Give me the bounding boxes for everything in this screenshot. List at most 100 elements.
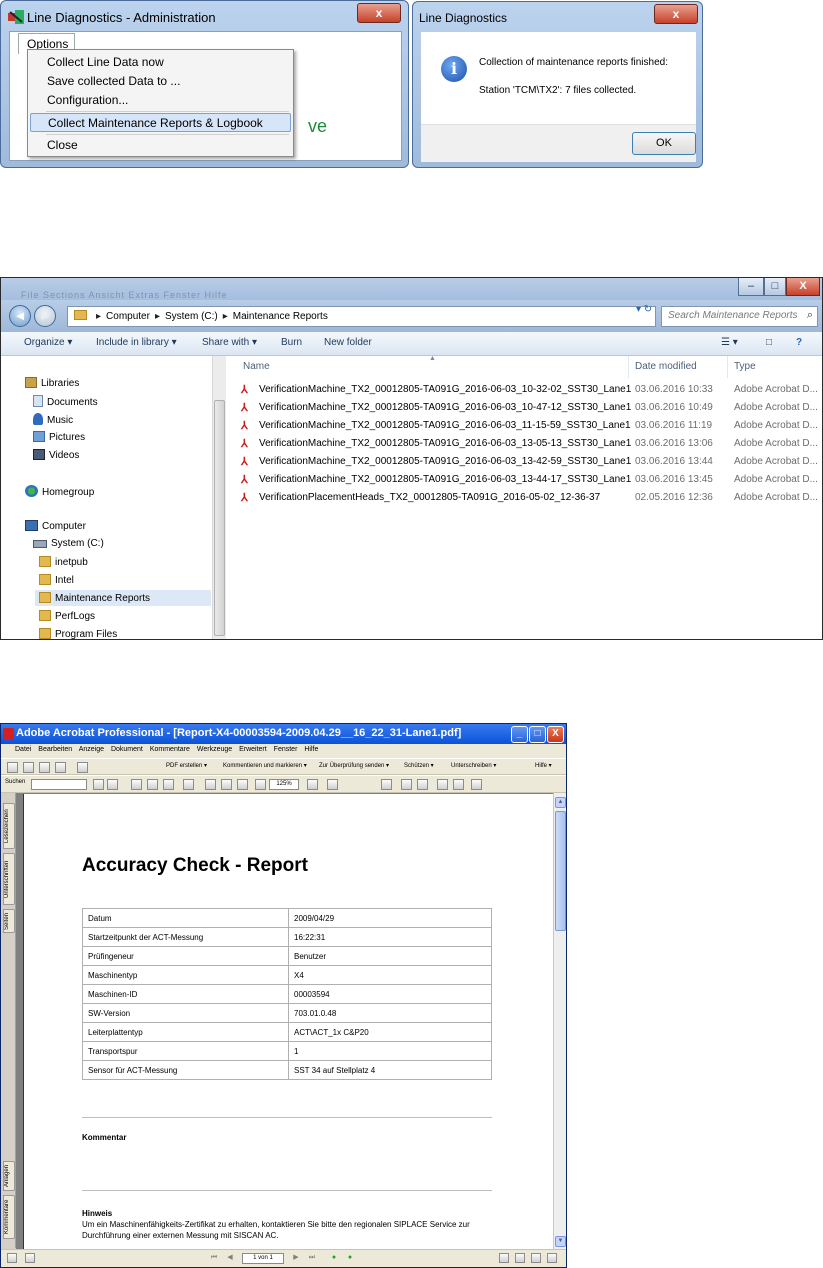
menu-item-collect-maintenance-reports[interactable]: Collect Maintenance Reports & Logbook xyxy=(30,113,291,132)
hilfe-button[interactable]: Hilfe ▾ xyxy=(535,762,552,773)
file-row[interactable]: ⅄ VerificationPlacementHeads_TX2_00012805… xyxy=(241,491,821,508)
file-row[interactable]: ⅄ VerificationMachine_TX2_00012805-TA091G… xyxy=(241,437,821,454)
fit-page-icon[interactable] xyxy=(221,779,232,790)
next-page-icon[interactable]: ▶ xyxy=(291,1253,301,1263)
unterschreiben-button[interactable]: Unterschreiben ▾ xyxy=(451,762,496,773)
breadcrumb-maintenance-reports[interactable]: Maintenance Reports xyxy=(233,311,328,322)
rotate-icon[interactable] xyxy=(327,779,338,790)
ok-button[interactable]: OK xyxy=(632,132,696,155)
zur-ueberpruefung-button[interactable]: Zur Überprüfung senden ▾ xyxy=(319,762,389,773)
kommentieren-button[interactable]: Kommentieren und markieren ▾ xyxy=(223,762,307,773)
breadcrumb-computer[interactable]: Computer xyxy=(106,311,150,322)
page-indicator[interactable]: 1 von 1 xyxy=(242,1253,284,1264)
last-page-icon[interactable]: ⏭ xyxy=(307,1253,317,1263)
menu-dokument[interactable]: Dokument xyxy=(111,746,143,753)
continuous-facing-icon[interactable] xyxy=(547,1253,557,1263)
tab-seiten[interactable]: Seiten xyxy=(3,909,15,933)
go-back-icon[interactable]: ● xyxy=(329,1253,339,1263)
column-header-date-modified[interactable]: Date modified xyxy=(635,361,697,372)
zoom-tool-icon[interactable] xyxy=(183,779,194,790)
pdf-erstellen-button[interactable]: PDF erstellen ▾ xyxy=(166,762,207,773)
menu-erweitert[interactable]: Erweitert xyxy=(239,746,267,753)
facing-page-icon[interactable] xyxy=(531,1253,541,1263)
scroll-down-icon[interactable]: ▼ xyxy=(555,1236,566,1247)
page-thumbnail-icon[interactable] xyxy=(25,1253,35,1263)
menu-datei[interactable]: Datei xyxy=(15,746,31,753)
file-row[interactable]: ⅄ VerificationMachine_TX2_00012805-TA091G… xyxy=(241,419,821,436)
highlight-tool-icon[interactable] xyxy=(471,779,482,790)
new-folder-button[interactable]: New folder xyxy=(324,337,372,348)
find-previous-icon[interactable] xyxy=(93,779,104,790)
breadcrumb-system-c[interactable]: System (C:) xyxy=(165,311,218,322)
file-row[interactable]: ⅄ VerificationMachine_TX2_00012805-TA091G… xyxy=(241,401,821,418)
email-icon[interactable] xyxy=(55,762,66,773)
close-button[interactable]: x xyxy=(357,3,401,23)
burn-button[interactable]: Burn xyxy=(281,337,302,348)
scrollbar-thumb[interactable] xyxy=(214,400,225,636)
menu-item-configuration[interactable]: Configuration... xyxy=(30,91,291,110)
go-forward-icon[interactable]: ● xyxy=(345,1253,355,1263)
menu-werkzeuge[interactable]: Werkzeuge xyxy=(197,746,232,753)
fit-width-icon[interactable] xyxy=(237,779,248,790)
zoom-in-icon[interactable] xyxy=(307,779,318,790)
file-row[interactable]: ⅄ VerificationMachine_TX2_00012805-TA091G… xyxy=(241,383,821,400)
continuous-page-icon[interactable] xyxy=(515,1253,525,1263)
nav-item-computer[interactable]: Computer xyxy=(25,520,86,532)
menu-kommentare[interactable]: Kommentare xyxy=(150,746,190,753)
dialog-close-button[interactable]: x xyxy=(654,4,698,24)
zoom-out-icon[interactable] xyxy=(255,779,266,790)
nav-item-libraries[interactable]: Libraries xyxy=(25,377,79,389)
nav-item-perflogs[interactable]: PerfLogs xyxy=(39,610,95,622)
preview-pane-button[interactable]: □ xyxy=(766,337,772,348)
tab-anlagen[interactable]: Anlagen xyxy=(3,1161,15,1191)
page-view-icon[interactable] xyxy=(7,1253,17,1263)
change-view-button[interactable]: ☰ ▾ xyxy=(721,337,738,348)
measure-tool-icon[interactable] xyxy=(437,779,448,790)
nav-item-intel[interactable]: Intel xyxy=(39,574,74,586)
maximize-button[interactable]: □ xyxy=(529,726,546,743)
menu-hilfe[interactable]: Hilfe xyxy=(304,746,318,753)
arrow-tool-icon[interactable] xyxy=(417,779,428,790)
document-scrollbar[interactable]: ▲ ▼ xyxy=(553,793,566,1249)
typewriter-icon[interactable] xyxy=(381,779,392,790)
menu-fenster[interactable]: Fenster xyxy=(274,746,298,753)
column-header-name[interactable]: Name xyxy=(243,361,270,372)
close-button[interactable]: X xyxy=(786,278,820,296)
tab-lesezeichen[interactable]: Lesezeichen xyxy=(3,803,15,849)
actual-size-icon[interactable] xyxy=(205,779,216,790)
nav-item-videos[interactable]: Videos xyxy=(33,449,79,461)
menu-item-save-collected-data[interactable]: Save collected Data to ... xyxy=(30,72,291,91)
menu-anzeige[interactable]: Anzeige xyxy=(79,746,104,753)
nav-item-pictures[interactable]: Pictures xyxy=(33,431,85,443)
nav-item-system-c[interactable]: System (C:) xyxy=(33,538,104,549)
navigation-scrollbar[interactable] xyxy=(212,356,226,639)
nav-item-inetpub[interactable]: inetpub xyxy=(39,556,88,568)
scrollbar-thumb[interactable] xyxy=(555,811,566,931)
hand-tool-icon[interactable] xyxy=(131,779,142,790)
minimize-button[interactable]: – xyxy=(738,278,764,296)
forward-button[interactable]: ► xyxy=(34,305,56,327)
column-header-type[interactable]: Type xyxy=(734,361,756,372)
file-row[interactable]: ⅄ VerificationMachine_TX2_00012805-TA091G… xyxy=(241,455,821,472)
find-next-icon[interactable] xyxy=(107,779,118,790)
menu-item-close[interactable]: Close xyxy=(30,136,291,155)
zoom-level-input[interactable]: 125% xyxy=(269,779,299,790)
include-in-library-button[interactable]: Include in library ▾ xyxy=(96,337,177,348)
single-page-icon[interactable] xyxy=(499,1253,509,1263)
nav-item-documents[interactable]: Documents xyxy=(33,395,98,408)
snapshot-tool-icon[interactable] xyxy=(163,779,174,790)
scroll-up-icon[interactable]: ▲ xyxy=(555,797,566,808)
table-tool-icon[interactable] xyxy=(453,779,464,790)
search-input[interactable]: Search Maintenance Reports ⌕ xyxy=(661,306,818,327)
file-row[interactable]: ⅄ VerificationMachine_TX2_00012805-TA091G… xyxy=(241,473,821,490)
previous-page-icon[interactable]: ◀ xyxy=(225,1253,235,1263)
address-bar[interactable]: ▸ Computer ▸ System (C:) ▸ Maintenance Report… xyxy=(67,306,656,327)
menu-bearbeiten[interactable]: Bearbeiten xyxy=(38,746,72,753)
back-button[interactable]: ◄ xyxy=(9,305,31,327)
save-icon[interactable] xyxy=(23,762,34,773)
select-tool-icon[interactable] xyxy=(147,779,158,790)
search-icon[interactable] xyxy=(77,762,88,773)
nav-item-program-files[interactable]: Program Files xyxy=(39,628,117,639)
refresh-button[interactable]: ▾ ↻ xyxy=(636,304,652,315)
schuetzen-button[interactable]: Schützen ▾ xyxy=(404,762,434,773)
